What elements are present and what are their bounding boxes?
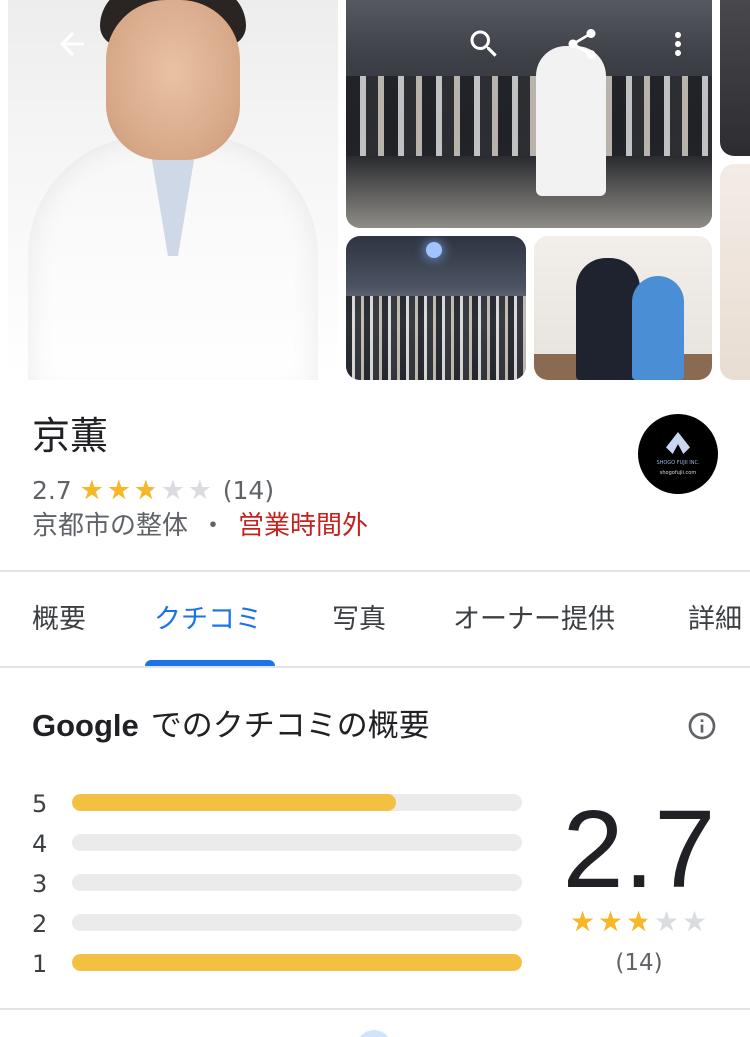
place-header: 京薫 2.7 ★★★★★★★★★★ (14) 京都市の整体 ・ 営業時間外 SH… (0, 382, 750, 572)
star-icon: ★★ (654, 905, 680, 938)
google-brand: Google (32, 708, 139, 743)
search-icon[interactable] (462, 22, 506, 66)
rating-bar-label: 3 (32, 870, 48, 898)
category-row: 京都市の整体 ・ 営業時間外 (32, 508, 368, 544)
tab-photos[interactable]: 写真 (332, 602, 386, 638)
star-icon: ★★ (80, 477, 107, 504)
tab-reviews[interactable]: クチコミ (154, 602, 262, 638)
photo-content (346, 296, 526, 380)
rating-value: 2.7 (32, 475, 72, 505)
summary-title-text: でのクチコミの概要 (150, 708, 430, 744)
info-icon[interactable] (686, 710, 718, 742)
star-icon: ★★ (682, 905, 708, 938)
rating-distribution: 5 4 3 2 1 (32, 790, 532, 990)
arrow-back-icon[interactable] (50, 22, 94, 66)
rating-bar-row: 5 (32, 790, 532, 830)
active-tab-indicator (145, 660, 275, 666)
rating-bar-fill (72, 794, 396, 811)
rating-bar-label: 2 (32, 910, 48, 938)
star-fill-icon: ★ (626, 908, 646, 936)
star-icon: ★★ (133, 474, 158, 506)
photo-content (632, 276, 684, 380)
place-category: 京都市の整体 (32, 511, 189, 541)
rating-bar-track (72, 794, 522, 811)
photo-content (576, 258, 640, 380)
photo-content (346, 76, 712, 156)
tab-overview[interactable]: 概要 (32, 602, 86, 638)
separator: ・ (200, 511, 227, 541)
star-fill-icon: ★ (79, 476, 104, 504)
rating-bar-row: 4 (32, 830, 532, 870)
star-icon: ★★ (598, 908, 626, 936)
tab-details[interactable]: 詳細 (688, 602, 742, 638)
rating-bar-fill (72, 954, 522, 971)
logo-mark-icon (666, 432, 690, 454)
review-summary-title: Google でのクチコミの概要 (32, 702, 430, 750)
logo-text: SHOGO FUJII INC. (656, 460, 700, 466)
photo-clinic[interactable] (534, 236, 712, 380)
photo-extra-2[interactable] (720, 164, 750, 380)
share-icon[interactable] (560, 22, 604, 66)
divider (0, 570, 750, 572)
tab-owner-provided[interactable]: オーナー提供 (453, 602, 615, 638)
more-vert-icon[interactable] (656, 22, 700, 66)
logo-url: shogofujii.com (659, 470, 697, 476)
average-stars: ★★★★★★★★★★ (570, 908, 710, 936)
open-status: 営業時間外 (238, 511, 369, 541)
rating-bar-track (72, 874, 522, 891)
rating-row[interactable]: 2.7 ★★★★★★★★★★ (14) (32, 474, 274, 506)
star-fill-icon: ★ (133, 476, 153, 504)
tab-bar: 概要 クチコミ 写真 オーナー提供 詳細 (0, 574, 750, 668)
star-fill-icon: ★ (106, 476, 131, 504)
total-review-count: (14) (615, 950, 663, 976)
star-fill-icon: ★ (570, 908, 596, 936)
divider (0, 1008, 750, 1010)
star-fill-icon: ★ (598, 908, 624, 936)
star-icon: ★★ (626, 905, 652, 938)
rating-bar-label: 1 (32, 950, 48, 978)
photo-group[interactable] (346, 236, 526, 380)
photo-gallery[interactable] (0, 0, 750, 382)
star-icon: ★★ (160, 474, 185, 506)
rating-bar-row: 2 (32, 910, 532, 950)
rating-stars: ★★★★★★★★★★ (80, 477, 215, 504)
photo-content (106, 0, 240, 160)
rating-bar-track (72, 954, 522, 971)
business-logo[interactable]: SHOGO FUJII INC. shogofujii.com (638, 414, 718, 494)
photo-content (346, 156, 712, 228)
rating-bar-track (72, 834, 522, 851)
rating-bar-label: 4 (32, 830, 48, 858)
average-score: 2.7 (562, 788, 716, 911)
star-icon: ★★ (570, 908, 598, 936)
review-summary: Googleでのクチコミの概要 54321 2.7 ★★★★★★★★★★ (14… (0, 672, 750, 1012)
photo-content (426, 242, 442, 258)
star-icon: ★★ (107, 477, 134, 504)
rating-bar-row: 3 (32, 870, 532, 910)
rating-bar-track (72, 914, 522, 931)
review-count: (14) (222, 475, 275, 505)
rating-bar-row: 1 (32, 950, 532, 990)
photo-extra-1[interactable] (720, 0, 750, 156)
place-name: 京薫 (32, 414, 109, 458)
avatar[interactable] (356, 1030, 392, 1037)
photo-content (536, 46, 606, 196)
rating-bar-label: 5 (32, 790, 48, 818)
star-icon: ★★ (187, 474, 212, 506)
